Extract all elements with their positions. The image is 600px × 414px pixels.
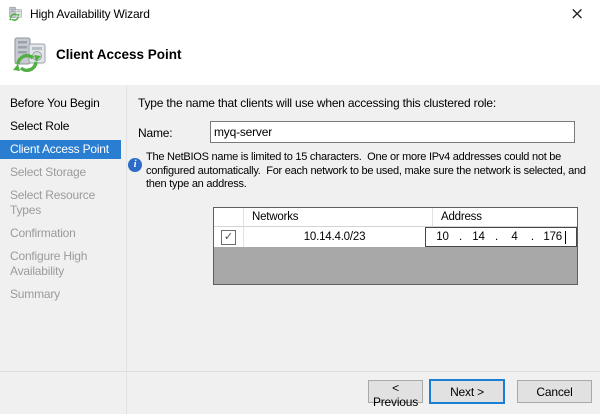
table-row[interactable]: ✓ 10.14.4.0/23 10 . 14 . 4 . 176 <box>214 227 577 247</box>
address-octet-4[interactable]: 176 <box>543 231 562 243</box>
info-message: The NetBIOS name is limited to 15 charac… <box>146 151 598 192</box>
next-button[interactable]: Next > <box>429 379 505 404</box>
cancel-button[interactable]: Cancel <box>517 380 592 403</box>
step-configure-high-availability: Configure High Availability <box>0 247 121 281</box>
checkbox-column-header <box>214 208 244 226</box>
client-access-point-icon <box>11 36 51 74</box>
wizard-app-icon <box>8 6 24 22</box>
networks-table-header: Networks Address <box>214 208 577 227</box>
octet-separator: . <box>459 231 462 243</box>
prompt-text: Type the name that clients will use when… <box>138 96 588 110</box>
title-bar: High Availability Wizard × <box>0 0 600 28</box>
table-empty-area <box>214 247 577 284</box>
step-before-you-begin: Before You Begin <box>0 94 121 113</box>
step-select-resource-types: Select Resource Types <box>0 186 121 220</box>
page-title: Client Access Point <box>56 47 182 62</box>
octet-separator: . <box>531 231 534 243</box>
step-summary: Summary <box>0 285 121 304</box>
wizard-header: Client Access Point <box>0 28 600 85</box>
step-confirmation: Confirmation <box>0 224 121 243</box>
address-octet-2[interactable]: 14 <box>471 231 485 243</box>
info-icon: i <box>128 158 142 172</box>
address-input-field[interactable]: 10 . 14 . 4 . 176 <box>425 227 577 247</box>
previous-button[interactable]: < Previous <box>368 380 423 403</box>
address-octet-3[interactable]: 4 <box>507 231 521 243</box>
network-name-cell[interactable]: 10.14.4.0/23 <box>244 227 425 247</box>
networks-table: Networks Address ✓ 10.14.4.0/23 10 . 14 … <box>213 207 578 285</box>
octet-separator: . <box>495 231 498 243</box>
wizard-steps-sidebar: Before You Begin Select Role Client Acce… <box>0 85 127 414</box>
step-client-access-point: Client Access Point <box>0 140 121 159</box>
networks-column-header: Networks <box>244 208 433 226</box>
footer-divider <box>0 371 600 372</box>
step-select-storage: Select Storage <box>0 163 121 182</box>
window-title: High Availability Wizard <box>30 7 150 21</box>
network-checkbox-cell: ✓ <box>214 227 244 247</box>
address-column-header: Address <box>433 208 577 226</box>
network-checkbox[interactable]: ✓ <box>221 230 236 245</box>
name-label: Name: <box>138 126 172 140</box>
address-octet-1[interactable]: 10 <box>435 231 449 243</box>
name-input[interactable] <box>210 121 575 143</box>
step-select-role: Select Role <box>0 117 121 136</box>
text-caret <box>565 231 566 244</box>
close-icon[interactable]: × <box>564 2 590 26</box>
high-availability-wizard-dialog: { "window": { "title": "High Availabilit… <box>0 0 600 414</box>
